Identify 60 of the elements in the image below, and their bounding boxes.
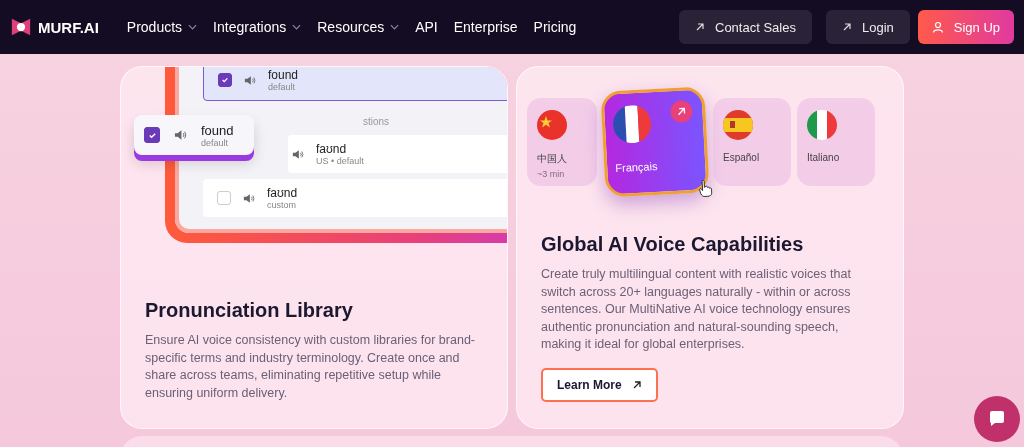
card-description: Ensure AI voice consistency with custom libraries for brand-specific terms and industry terminology. Create once and share across teams, eliminating repetitive setup while ensuring uniform delivery. xyxy=(145,332,476,402)
speaker-icon[interactable] xyxy=(244,74,256,86)
word-text: found xyxy=(201,122,234,138)
learn-more-button[interactable]: Learn More xyxy=(541,367,658,402)
speaker-icon[interactable] xyxy=(243,192,255,204)
nav-link[interactable]: Resources xyxy=(317,19,400,35)
sign-up-button[interactable]: Sign Up xyxy=(917,10,1014,44)
card-description: Create truly multilingual content with realistic voices that switch across 20+ languages naturally - within or across sentences. Our MultiNative AI voice technology ensures authentic pronunciation and natural-sounding speech, making it ideal for global enterprises. xyxy=(541,266,852,353)
chevron-down-icon xyxy=(292,24,302,30)
word-meta: default xyxy=(268,82,297,92)
arrow-up-right-icon xyxy=(695,22,705,32)
arrow-up-right-icon xyxy=(631,379,642,390)
card-title: Pronunciation Library xyxy=(145,299,354,322)
chat-bubble-icon xyxy=(987,409,1007,429)
pronunciation-row[interactable]: faʊnd custom xyxy=(203,179,507,217)
word-meta: US • default xyxy=(316,156,364,166)
flag-icon xyxy=(723,110,753,140)
language-tile[interactable]: Italiano xyxy=(797,98,875,186)
nav-button[interactable]: Contact Sales xyxy=(679,10,812,44)
chevron-down-icon xyxy=(390,24,400,30)
arrow-up-right-icon[interactable] xyxy=(669,100,693,124)
flag-icon xyxy=(537,110,567,140)
nav-link[interactable]: Products xyxy=(126,19,198,35)
flag-icon xyxy=(612,104,652,145)
check-icon xyxy=(147,130,157,140)
logo-icon xyxy=(10,16,32,38)
language-name: Français xyxy=(615,158,659,175)
checkbox[interactable] xyxy=(144,127,160,143)
nav-link[interactable]: Integrations xyxy=(213,19,302,35)
language-tile[interactable]: Français xyxy=(600,86,710,198)
language-duration: ~3 min xyxy=(537,169,566,179)
speaker-icon[interactable] xyxy=(174,129,187,141)
logo-text[interactable]: MURF.AI xyxy=(38,18,99,36)
word-text: found xyxy=(268,68,299,82)
hand-cursor-icon xyxy=(698,179,713,198)
chevron-down-icon xyxy=(188,24,198,30)
pronunciation-row[interactable]: faʊnd US • default xyxy=(288,135,507,173)
word-meta: default xyxy=(201,137,230,148)
word-meta: custom xyxy=(267,200,297,210)
checkbox[interactable] xyxy=(218,73,232,87)
nav-button[interactable]: Login xyxy=(825,10,910,44)
speaker-icon[interactable] xyxy=(292,148,304,160)
nav-link[interactable]: API xyxy=(415,19,438,35)
language-name: Español xyxy=(723,152,761,163)
language-name: 中国人 xyxy=(537,152,568,166)
language-name: Italiano xyxy=(807,152,841,163)
card-title: Global AI Voice Capabilities xyxy=(541,233,805,256)
section-label: stions xyxy=(363,116,390,127)
word-text: faʊnd xyxy=(316,142,348,156)
flag-icon xyxy=(807,110,837,140)
language-tile[interactable]: 中国人 ~3 min xyxy=(527,98,597,186)
user-icon xyxy=(931,21,944,33)
arrow-up-right-icon xyxy=(841,22,852,32)
chat-button[interactable] xyxy=(974,396,1020,442)
check-icon xyxy=(221,76,229,84)
nav-link[interactable]: Pricing xyxy=(533,19,577,35)
pronunciation-row[interactable]: found default xyxy=(203,67,507,101)
nav-link[interactable]: Enterprise xyxy=(453,19,518,35)
language-tile[interactable]: Español xyxy=(713,98,791,186)
word-text: faʊnd xyxy=(267,186,298,200)
